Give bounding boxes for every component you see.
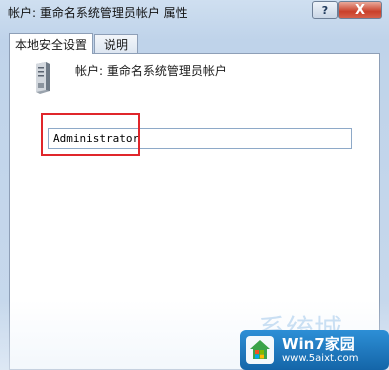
watermark-title: Win7家园 (282, 335, 355, 353)
properties-window: 帐户: 重命名系统管理员帐户 属性 ? X 本地安全设置 说明 帐户: 重命名系… (0, 0, 389, 370)
account-label: 帐户: 重命名系统管理员帐户 (75, 64, 227, 78)
server-tower-icon (36, 62, 50, 94)
windows-logo-icon (246, 336, 274, 364)
tab-local-security-setting[interactable]: 本地安全设置 (9, 33, 93, 54)
tab-label: 本地安全设置 (14, 37, 87, 52)
watermark-badge: Win7家园 www.5aixt.com (240, 330, 389, 370)
help-icon: ? (321, 3, 329, 17)
highlight-box (41, 113, 140, 156)
tab-label: 说明 (103, 37, 128, 52)
title-bar[interactable]: 帐户: 重命名系统管理员帐户 属性 ? X (0, 0, 389, 26)
close-icon: X (354, 2, 366, 18)
help-button[interactable]: ? (312, 1, 338, 19)
tab-explain[interactable]: 说明 (94, 34, 138, 53)
window-title: 帐户: 重命名系统管理员帐户 属性 (8, 6, 188, 20)
watermark-url: www.5aixt.com (282, 353, 359, 364)
close-button[interactable]: X (338, 1, 382, 19)
